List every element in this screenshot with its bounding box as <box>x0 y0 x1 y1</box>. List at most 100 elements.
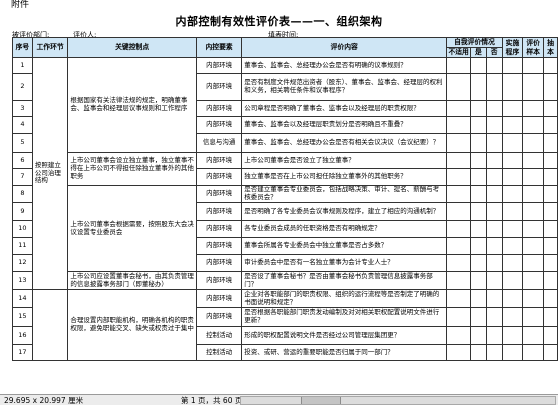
procedure-cell[interactable] <box>501 185 524 203</box>
horizontal-scrollbar[interactable] <box>240 396 556 405</box>
extra-cell[interactable] <box>543 254 558 272</box>
sample-cell[interactable] <box>522 254 545 272</box>
yes-cell[interactable] <box>469 254 487 272</box>
procedure-cell[interactable] <box>501 307 524 327</box>
extra-cell[interactable] <box>543 202 558 221</box>
procedure-cell[interactable] <box>501 57 524 74</box>
procedure-cell[interactable] <box>501 271 524 290</box>
no-cell[interactable] <box>485 326 503 345</box>
na-cell[interactable] <box>446 254 471 272</box>
na-cell[interactable] <box>446 57 471 74</box>
no-cell[interactable] <box>485 57 503 74</box>
no-cell[interactable] <box>485 100 503 117</box>
extra-cell[interactable] <box>543 57 558 74</box>
na-cell[interactable] <box>446 289 471 308</box>
no-cell[interactable] <box>485 307 503 327</box>
yes-cell[interactable] <box>469 202 487 221</box>
procedure-cell[interactable] <box>501 202 524 221</box>
yes-cell[interactable] <box>469 116 487 134</box>
na-cell[interactable] <box>446 168 471 186</box>
yes-cell[interactable] <box>469 237 487 255</box>
na-cell[interactable] <box>446 237 471 255</box>
na-cell[interactable] <box>446 271 471 290</box>
procedure-cell[interactable] <box>501 237 524 255</box>
procedure-cell[interactable] <box>501 289 524 308</box>
extra-cell[interactable] <box>543 168 558 186</box>
procedure-cell[interactable] <box>501 152 524 169</box>
sample-cell[interactable] <box>522 100 545 117</box>
yes-cell[interactable] <box>469 152 487 169</box>
extra-cell[interactable] <box>543 185 558 203</box>
yes-cell[interactable] <box>469 220 487 238</box>
extra-cell[interactable] <box>543 326 558 345</box>
no-cell[interactable] <box>485 271 503 290</box>
sample-cell[interactable] <box>522 133 545 153</box>
no-cell[interactable] <box>485 202 503 221</box>
no-cell[interactable] <box>485 168 503 186</box>
extra-cell[interactable] <box>543 116 558 134</box>
no-cell[interactable] <box>485 237 503 255</box>
sample-cell[interactable] <box>522 152 545 169</box>
extra-cell[interactable] <box>543 289 558 308</box>
procedure-cell[interactable] <box>501 168 524 186</box>
no-cell[interactable] <box>485 220 503 238</box>
procedure-cell[interactable] <box>501 100 524 117</box>
na-cell[interactable] <box>446 133 471 153</box>
sample-cell[interactable] <box>522 326 545 345</box>
sample-cell[interactable] <box>522 344 545 361</box>
extra-cell[interactable] <box>543 220 558 238</box>
sample-cell[interactable] <box>522 116 545 134</box>
na-cell[interactable] <box>446 185 471 203</box>
na-cell[interactable] <box>446 152 471 169</box>
yes-cell[interactable] <box>469 271 487 290</box>
sample-cell[interactable] <box>522 73 545 101</box>
sample-cell[interactable] <box>522 220 545 238</box>
extra-cell[interactable] <box>543 344 558 361</box>
yes-cell[interactable] <box>469 344 487 361</box>
yes-cell[interactable] <box>469 307 487 327</box>
extra-cell[interactable] <box>543 152 558 169</box>
na-cell[interactable] <box>446 116 471 134</box>
no-cell[interactable] <box>485 133 503 153</box>
sample-cell[interactable] <box>522 307 545 327</box>
extra-cell[interactable] <box>543 237 558 255</box>
extra-cell[interactable] <box>543 271 558 290</box>
na-cell[interactable] <box>446 220 471 238</box>
no-cell[interactable] <box>485 289 503 308</box>
sample-cell[interactable] <box>522 237 545 255</box>
sample-cell[interactable] <box>522 202 545 221</box>
no-cell[interactable] <box>485 116 503 134</box>
extra-cell[interactable] <box>543 133 558 153</box>
no-cell[interactable] <box>485 152 503 169</box>
yes-cell[interactable] <box>469 57 487 74</box>
sample-cell[interactable] <box>522 271 545 290</box>
yes-cell[interactable] <box>469 73 487 101</box>
procedure-cell[interactable] <box>501 116 524 134</box>
sample-cell[interactable] <box>522 57 545 74</box>
na-cell[interactable] <box>446 344 471 361</box>
extra-cell[interactable] <box>543 73 558 101</box>
procedure-cell[interactable] <box>501 344 524 361</box>
extra-cell[interactable] <box>543 100 558 117</box>
scrollbar-thumb[interactable] <box>301 397 341 404</box>
procedure-cell[interactable] <box>501 254 524 272</box>
no-cell[interactable] <box>485 344 503 361</box>
yes-cell[interactable] <box>469 168 487 186</box>
no-cell[interactable] <box>485 73 503 101</box>
na-cell[interactable] <box>446 307 471 327</box>
procedure-cell[interactable] <box>501 220 524 238</box>
yes-cell[interactable] <box>469 133 487 153</box>
yes-cell[interactable] <box>469 326 487 345</box>
yes-cell[interactable] <box>469 100 487 117</box>
na-cell[interactable] <box>446 326 471 345</box>
procedure-cell[interactable] <box>501 326 524 345</box>
extra-cell[interactable] <box>543 307 558 327</box>
procedure-cell[interactable] <box>501 73 524 101</box>
sample-cell[interactable] <box>522 289 545 308</box>
yes-cell[interactable] <box>469 289 487 308</box>
na-cell[interactable] <box>446 100 471 117</box>
yes-cell[interactable] <box>469 185 487 203</box>
no-cell[interactable] <box>485 185 503 203</box>
na-cell[interactable] <box>446 73 471 101</box>
na-cell[interactable] <box>446 202 471 221</box>
